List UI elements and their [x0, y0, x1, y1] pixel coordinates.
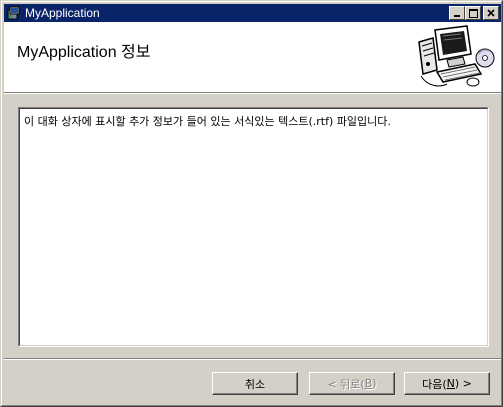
header-separator	[4, 92, 501, 94]
computer-setup-icon	[417, 24, 495, 90]
back-button[interactable]: < 뒤로(B)	[309, 372, 395, 395]
next-button-prefix: 다음(	[422, 377, 447, 391]
next-button[interactable]: 다음(N) >	[404, 372, 490, 395]
window-frame: MyApplication MyApplication 정보 이 대화 상자에 …	[1, 1, 502, 406]
info-textbox[interactable]: 이 대화 상자에 표시할 추가 정보가 들어 있는 서식있는 텍스트(.rtf)…	[18, 107, 489, 347]
back-button-prefix: < 뒤로(	[327, 377, 365, 391]
installer-icon	[6, 5, 22, 21]
back-button-key: B	[364, 377, 373, 390]
info-text: 이 대화 상자에 표시할 추가 정보가 들어 있는 서식있는 텍스트(.rtf)…	[24, 115, 391, 128]
title-bar[interactable]: MyApplication	[4, 4, 501, 22]
close-icon[interactable]	[483, 6, 499, 20]
window-title: MyApplication	[25, 6, 100, 20]
info-textbox-frame: 이 대화 상자에 표시할 추가 정보가 들어 있는 서식있는 텍스트(.rtf)…	[19, 108, 488, 346]
header-banner: MyApplication 정보	[4, 22, 501, 92]
next-button-suffix: ) >	[454, 377, 472, 390]
cancel-button-label: 취소	[244, 377, 266, 391]
installer-window: MyApplication MyApplication 정보 이 대화 상자에 …	[0, 0, 503, 407]
maximize-icon[interactable]	[465, 6, 481, 20]
page-title: MyApplication 정보	[17, 44, 151, 61]
next-button-key: N	[446, 377, 455, 390]
title-buttons	[449, 6, 499, 20]
minimize-icon[interactable]	[449, 6, 465, 20]
footer-separator	[4, 358, 501, 360]
cancel-button[interactable]: 취소	[212, 372, 298, 395]
back-button-suffix: )	[372, 377, 377, 390]
